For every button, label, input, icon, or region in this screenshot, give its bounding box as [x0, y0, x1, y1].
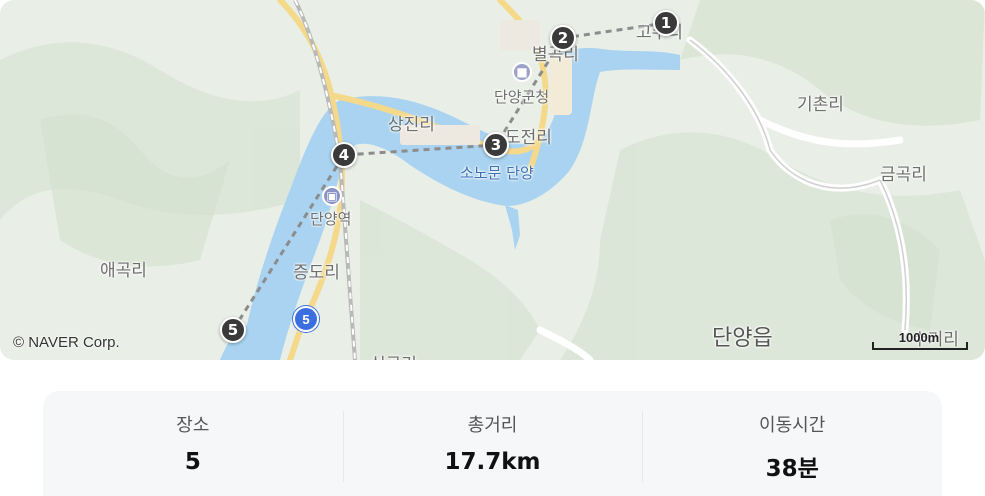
route-marker[interactable]: 5: [220, 317, 246, 343]
place-label: 도전리: [505, 128, 552, 148]
stat-travel-time: 이동시간 38분: [642, 391, 942, 496]
place-label: 심곡리: [370, 350, 417, 360]
stat-total-distance: 총거리 17.7km: [342, 391, 643, 496]
stat-label: 장소: [176, 415, 210, 436]
route-number-badge: 5: [293, 306, 319, 332]
route-marker[interactable]: 1: [653, 10, 679, 36]
stat-label: 총거리: [467, 415, 518, 436]
scale-label: 1000m: [898, 330, 940, 345]
map-copyright: © NAVER Corp.: [13, 334, 120, 351]
stat-value: 17.7km: [444, 449, 541, 475]
route-marker[interactable]: 2: [550, 25, 576, 51]
route-marker[interactable]: 4: [331, 142, 357, 168]
map-scale: 1000m: [872, 330, 968, 350]
place-label: 단양역: [310, 210, 352, 228]
place-label: 애곡리: [100, 261, 147, 281]
stat-value: 38분: [765, 456, 819, 482]
stat-value: 5: [184, 449, 201, 475]
stat-places: 장소 5: [43, 391, 343, 496]
place-label: 기촌리: [797, 95, 844, 115]
place-label: 증도리: [293, 263, 340, 283]
trip-summary: 장소 5 총거리 17.7km 이동시간 38분: [43, 391, 942, 496]
train-station-icon: ▣: [322, 186, 342, 206]
stat-label: 이동시간: [759, 415, 826, 436]
place-label: 단양읍: [712, 326, 773, 351]
place-label: 상진리: [388, 115, 435, 135]
route-marker[interactable]: 3: [483, 132, 509, 158]
place-label: 단양군청: [494, 88, 550, 106]
place-label: 소노문 단양: [460, 164, 534, 182]
route-map[interactable]: 별곡리 ■ 단양군청 상진리 도전리 소노문 단양 ▣ 단양역 애곡리 증도리 …: [0, 0, 985, 360]
government-icon: ■: [512, 62, 532, 82]
place-label: 금곡리: [880, 165, 927, 185]
